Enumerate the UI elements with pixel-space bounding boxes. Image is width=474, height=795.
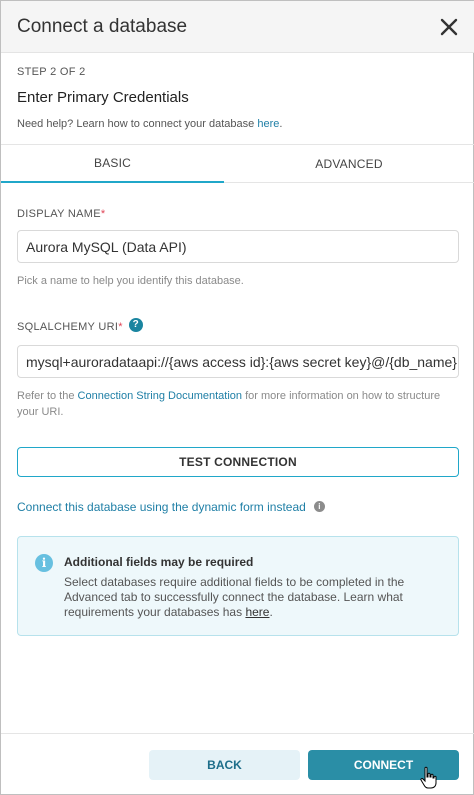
tab-advanced[interactable]: ADVANCED <box>224 145 474 183</box>
required-asterisk: * <box>100 208 106 220</box>
info-icon: i <box>35 554 53 572</box>
back-button[interactable]: BACK <box>149 750 300 780</box>
test-connection-button[interactable]: TEST CONNECTION <box>17 447 459 477</box>
help-link[interactable]: here <box>257 118 279 130</box>
sqlalchemy-uri-input[interactable]: mysql+auroradataapi://{aws access id}:{a… <box>17 345 459 378</box>
help-text: Need help? Learn how to connect your dat… <box>17 118 283 130</box>
info-alert: i Additional fields may be required Sele… <box>17 536 459 636</box>
alert-title: Additional fields may be required <box>64 555 254 569</box>
modal-header: Connect a database <box>1 1 474 53</box>
question-circle-icon[interactable]: ? <box>128 318 143 332</box>
alert-body: Select databases require additional fiel… <box>64 575 405 619</box>
step-title: Enter Primary Credentials <box>17 89 189 106</box>
modal: Connect a database STEP 2 OF 2 Enter Pri… <box>0 0 474 795</box>
sqlalchemy-uri-hint: Refer to the Connection String Documenta… <box>17 390 441 418</box>
info-circle-icon[interactable]: i <box>313 501 325 513</box>
tab-basic[interactable]: BASIC <box>1 145 224 183</box>
hand-cursor-icon <box>420 766 437 789</box>
step-indicator: STEP 2 OF 2 <box>17 66 86 78</box>
dynamic-form-link[interactable]: Connect this database using the dynamic … <box>17 500 325 514</box>
display-name-hint: Pick a name to help you identify this da… <box>17 275 244 287</box>
footer-divider <box>1 733 474 734</box>
required-asterisk: * <box>118 321 123 333</box>
sqlalchemy-uri-label: SQLALCHEMY URI*? <box>17 318 143 335</box>
requirements-link[interactable]: here <box>245 605 269 619</box>
display-name-label: DISPLAY NAME* <box>17 208 106 220</box>
close-icon[interactable] <box>439 17 459 37</box>
modal-title: Connect a database <box>17 16 188 37</box>
display-name-input[interactable]: Aurora MySQL (Data API) <box>17 230 459 263</box>
connection-string-docs-link[interactable]: Connection String Documentation <box>78 390 242 402</box>
